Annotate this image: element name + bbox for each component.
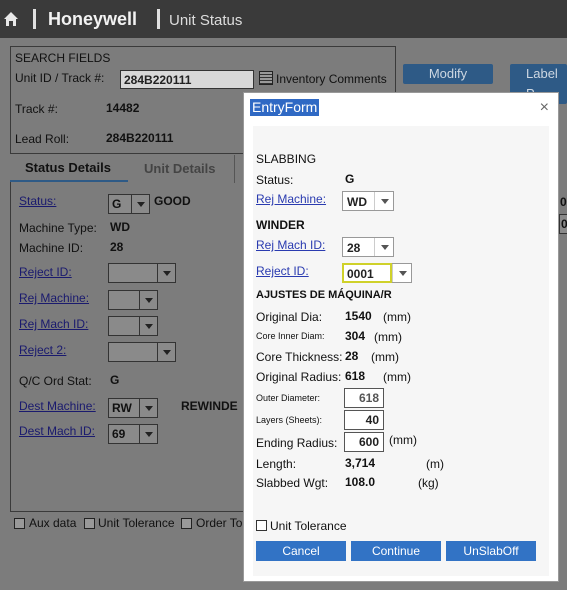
tab-unit-details[interactable]: Unit Details bbox=[144, 161, 216, 176]
m-rej-mach-id-value: 28 bbox=[347, 241, 361, 255]
order-to-label: Order To bbox=[196, 516, 243, 530]
unslaboff-button[interactable]: UnSlabOff bbox=[446, 541, 536, 561]
original-dia-value: 1540 bbox=[345, 309, 372, 323]
entry-form-dialog: EntryForm × SLABBING Status: G Rej Machi… bbox=[243, 92, 559, 582]
outer-diameter-input[interactable]: 618 bbox=[344, 388, 384, 408]
status-details-panel bbox=[10, 182, 243, 512]
dialog-title: EntryForm bbox=[250, 99, 320, 116]
core-thickness-label: Core Thickness: bbox=[256, 350, 343, 364]
length-value: 3,714 bbox=[345, 456, 376, 470]
aux-data-checkbox[interactable] bbox=[14, 518, 25, 529]
core-inner-unit: (mm) bbox=[374, 330, 402, 344]
slabbing-heading: SLABBING bbox=[256, 152, 317, 166]
unit-tolerance-checkbox-modal[interactable] bbox=[256, 520, 267, 531]
ending-radius-label: Ending Radius: bbox=[256, 436, 338, 450]
m-reject-id-link[interactable]: Reject ID: bbox=[256, 264, 309, 278]
length-label: Length: bbox=[256, 457, 297, 471]
original-dia-unit: (mm) bbox=[383, 310, 411, 324]
order-to-checkbox[interactable] bbox=[181, 518, 192, 529]
ajustes-heading: AJUSTES DE MÁQUINA/R bbox=[256, 289, 392, 301]
m-rej-machine-select[interactable]: WD bbox=[342, 191, 394, 211]
brand-logo: Honeywell bbox=[48, 9, 138, 29]
inventory-comments-label: Inventory Comments bbox=[276, 72, 387, 86]
lead-roll-label: Lead Roll: bbox=[15, 132, 70, 146]
right-cut-text-a: 0C bbox=[560, 195, 567, 209]
page-title: Unit Status bbox=[169, 12, 243, 29]
layers-input[interactable]: 40 bbox=[344, 410, 384, 430]
reject-id-focus-ring bbox=[342, 263, 392, 283]
unit-tolerance-label-modal: Unit Tolerance bbox=[270, 519, 347, 533]
slabbed-wgt-value: 108.0 bbox=[345, 475, 376, 489]
original-radius-value: 618 bbox=[345, 369, 366, 383]
lead-roll-value: 284B220111 bbox=[106, 131, 174, 145]
core-inner-label: Core Inner Diam: bbox=[256, 331, 325, 341]
m-rej-machine-value: WD bbox=[347, 195, 367, 209]
continue-button[interactable]: Continue bbox=[351, 541, 441, 561]
core-thickness-unit: (mm) bbox=[371, 350, 399, 364]
original-radius-unit: (mm) bbox=[383, 370, 411, 384]
tab-separator bbox=[234, 155, 235, 183]
divider bbox=[33, 9, 36, 29]
divider bbox=[157, 9, 160, 29]
tab-status-details[interactable]: Status Details bbox=[25, 160, 111, 175]
modify-button[interactable]: Modify bbox=[403, 64, 493, 84]
m-rej-mach-id-link[interactable]: Rej Mach ID: bbox=[256, 238, 325, 252]
close-icon[interactable]: × bbox=[540, 99, 549, 117]
calendar-icon[interactable] bbox=[259, 71, 273, 85]
top-bar: Honeywell Unit Status bbox=[0, 0, 567, 38]
home-icon[interactable] bbox=[3, 11, 19, 27]
m-rej-mach-id-select[interactable]: 28 bbox=[342, 237, 394, 257]
chevron-down-icon bbox=[374, 238, 393, 256]
ending-radius-unit: (mm) bbox=[389, 433, 417, 447]
original-dia-label: Original Dia: bbox=[256, 310, 323, 324]
track-label: Track #: bbox=[15, 102, 58, 116]
ending-radius-input[interactable]: 600 bbox=[344, 432, 384, 452]
m-rej-machine-link[interactable]: Rej Machine: bbox=[256, 192, 326, 206]
m-status-label: Status: bbox=[256, 173, 294, 187]
unit-id-input[interactable]: 284B220111 bbox=[120, 70, 254, 89]
unit-tolerance-checkbox[interactable] bbox=[84, 518, 95, 529]
slabbed-wgt-label: Slabbed Wgt: bbox=[256, 476, 329, 490]
right-cut-text-b: 0 bbox=[561, 217, 567, 231]
cancel-button[interactable]: Cancel bbox=[256, 541, 346, 561]
unit-id-label: Unit ID / Track #: bbox=[15, 71, 105, 85]
outer-diameter-label: Outer Diameter: bbox=[256, 393, 321, 403]
dialog-header: EntryForm × bbox=[244, 93, 558, 125]
search-section-title: SEARCH FIELDS bbox=[15, 51, 111, 65]
chevron-down-icon bbox=[392, 264, 411, 282]
aux-data-label: Aux data bbox=[29, 516, 77, 530]
length-unit: (m) bbox=[426, 457, 444, 471]
core-inner-value: 304 bbox=[345, 329, 366, 343]
winder-heading: WINDER bbox=[256, 218, 305, 232]
m-status-value: G bbox=[345, 172, 355, 186]
chevron-down-icon bbox=[374, 192, 393, 210]
track-value: 14482 bbox=[106, 101, 140, 115]
slabbed-wgt-unit: (kg) bbox=[418, 476, 439, 490]
core-thickness-value: 28 bbox=[345, 349, 359, 363]
dialog-body: SLABBING Status: G Rej Machine: WD WINDE… bbox=[253, 126, 549, 576]
unit-tolerance-label: Unit Tolerance bbox=[98, 516, 175, 530]
original-radius-label: Original Radius: bbox=[256, 370, 342, 384]
layers-label: Layers (Sheets): bbox=[256, 415, 323, 425]
